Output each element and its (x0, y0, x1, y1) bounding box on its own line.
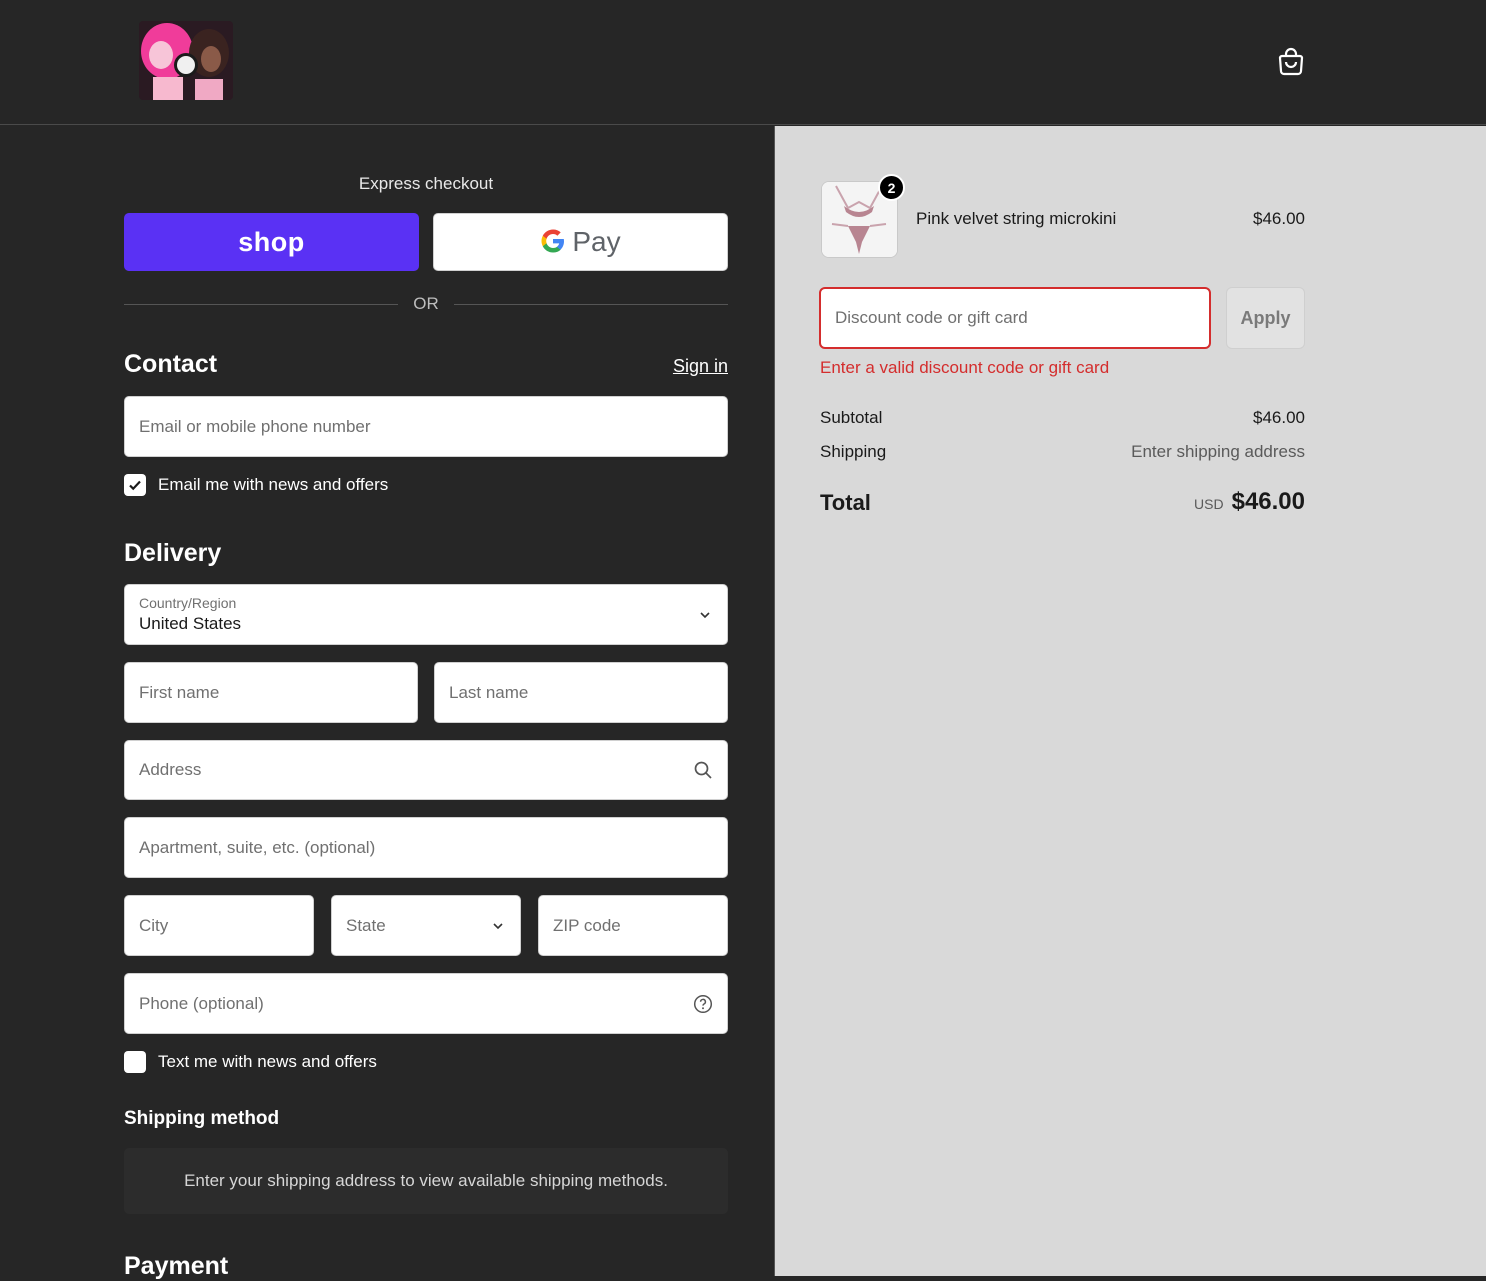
email-news-checkbox[interactable] (124, 474, 146, 496)
discount-error-message: Enter a valid discount code or gift card (820, 358, 1110, 377)
search-icon (694, 761, 712, 779)
subtotal-label: Subtotal (820, 408, 883, 427)
header (0, 0, 1486, 125)
apply-discount-button[interactable]: Apply (1226, 287, 1305, 349)
text-news-label: Text me with news and offers (158, 1052, 377, 1071)
first-name-field[interactable]: First name (124, 662, 418, 723)
zip-placeholder: ZIP code (553, 915, 621, 935)
express-checkout-title: Express checkout (358, 174, 494, 193)
total-amount: $46.00 (1231, 488, 1305, 515)
last-name-placeholder: Last name (449, 682, 529, 702)
zip-field[interactable]: ZIP code (538, 895, 728, 956)
payment-title: Payment (124, 1252, 229, 1280)
shipping-method-message: Enter your shipping address to view avai… (184, 1171, 668, 1190)
or-line-right (454, 304, 728, 305)
help-icon[interactable] (693, 994, 713, 1014)
shipping-method-title: Shipping method (124, 1108, 280, 1129)
country-value: United States (139, 614, 242, 633)
address-field[interactable]: Address (124, 740, 728, 800)
city-field[interactable]: City (124, 895, 314, 956)
discount-placeholder: Discount code or gift card (835, 308, 1028, 327)
country-label: Country/Region (139, 595, 237, 611)
address-placeholder: Address (139, 760, 202, 779)
apartment-placeholder: Apartment, suite, etc. (optional) (139, 837, 376, 857)
email-placeholder: Email or mobile phone number (139, 416, 371, 436)
shopping-bag-icon[interactable] (1277, 46, 1305, 76)
store-logo[interactable] (139, 21, 233, 100)
phone-placeholder: Phone (optional) (139, 993, 264, 1013)
city-placeholder: City (139, 915, 169, 935)
checkmark-icon (129, 480, 141, 491)
google-pay-label: Pay (572, 226, 621, 257)
first-name-placeholder: First name (139, 682, 220, 702)
quantity-badge: 2 (878, 174, 905, 201)
google-g-icon (540, 228, 566, 257)
chevron-down-icon (700, 611, 710, 618)
shop-pay-label: shop (238, 226, 305, 257)
email-news-row: Email me with news and offers (124, 474, 388, 496)
or-text: OR (413, 294, 439, 313)
email-field[interactable]: Email or mobile phone number (124, 396, 728, 457)
discount-code-input[interactable]: Discount code or gift card (819, 287, 1211, 349)
country-select[interactable]: Country/Region United States (124, 584, 728, 645)
google-pay-button[interactable]: Pay (433, 213, 728, 271)
apartment-field[interactable]: Apartment, suite, etc. (optional) (124, 817, 728, 878)
state-placeholder: State (346, 915, 386, 935)
chevron-down-icon (493, 922, 503, 929)
product-price: $46.00 (1253, 209, 1305, 228)
shop-pay-button[interactable]: shop (124, 213, 419, 271)
phone-field[interactable]: Phone (optional) (124, 973, 728, 1034)
total-currency: USD (1194, 496, 1224, 512)
shipping-label: Shipping (820, 442, 887, 461)
state-select[interactable]: State (331, 895, 521, 956)
total-label: Total (820, 490, 871, 515)
product-name: Pink velvet string microkini (916, 209, 1117, 228)
total-value-group: USD $46.00 (1000, 488, 1305, 516)
text-news-row: Text me with news and offers (124, 1051, 377, 1073)
email-news-label: Email me with news and offers (158, 475, 389, 494)
or-line-left (124, 304, 398, 305)
text-news-checkbox[interactable] (124, 1051, 146, 1073)
last-name-field[interactable]: Last name (434, 662, 728, 723)
shipping-method-notice: Enter your shipping address to view avai… (124, 1148, 728, 1214)
sign-in-link[interactable]: Sign in (640, 356, 728, 377)
delivery-title: Delivery (124, 539, 222, 567)
contact-title: Contact (124, 350, 218, 378)
or-separator: OR (124, 293, 728, 315)
shipping-value: Enter shipping address (1131, 442, 1305, 461)
subtotal-value: $46.00 (1253, 408, 1305, 427)
